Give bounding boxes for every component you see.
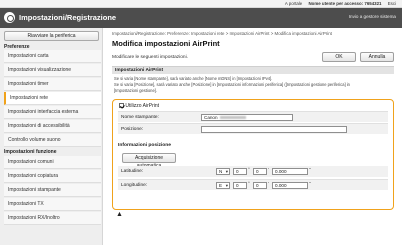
top-bar: A portale Nome utente per accesso: 76543… [0,0,402,8]
printer-name-input[interactable]: Canon [201,114,293,121]
location-info-heading: Informazioni posizione [118,143,171,148]
login-user-value: 7654321 [364,1,382,6]
sidebar-item-timer[interactable]: Impostazioni timer [4,78,101,91]
sidebar-item-copy[interactable]: Impostazioni copiatura [4,170,101,183]
latitude-row: Latitudine: N 0 ° 0 ' 0.000 " [118,166,388,177]
location-row: Posizione: [118,123,388,134]
use-airprint-checkbox[interactable] [119,103,124,108]
longitude-direction-select[interactable]: E [216,182,230,189]
sidebar-item-tx[interactable]: Impostazioni TX [4,198,101,211]
portal-link[interactable]: A portale [285,1,302,6]
note-printer-name: Se si varia [Nome stampante], sarà varia… [114,76,273,81]
sidebar-item-volume[interactable]: Controllo volume suono [4,134,101,147]
latitude-minute-unit: ' [268,167,269,172]
latitude-degree-unit: ° [248,167,250,172]
ok-button[interactable]: OK [322,52,356,62]
back-to-top-icon[interactable]: ▲ [116,211,123,218]
printer-name-value: Canon [204,115,218,120]
instructions-text: Modificare le seguenti impostazioni. [112,55,188,60]
latitude-direction-select[interactable]: N [216,168,230,175]
sidebar-item-printer[interactable]: Impostazioni stampante [4,184,101,197]
note-location-cont: [Impostazioni gestione]. [114,88,158,93]
longitude-row: Longitudine: E 0 ° 0 ' 0.000 " [118,179,388,190]
app-title: Impostazioni/Registrazione [19,13,117,22]
longitude-second-unit: " [309,181,311,186]
section-header-airprint: Impostazioni AirPrint [112,66,394,74]
note-location: Se si varia [Posizione], sarà variato an… [114,82,350,87]
sidebar-item-paper[interactable]: Impostazioni carta [4,50,101,63]
longitude-seconds-input[interactable]: 0.000 [272,182,308,189]
longitude-minute-unit: ' [268,181,269,186]
airprint-settings-panel: Utilizzo AirPrint Nome stampante: Canon … [112,99,394,210]
login-user-label: Nome utente per accesso: 7654321 [308,1,381,6]
send-to-admin-link[interactable]: Invio a gestore sistema [349,14,396,19]
latitude-degrees-input[interactable]: 0 [233,168,247,175]
settings-logo-icon [4,12,15,23]
location-label: Posizione: [121,127,144,132]
sidebar-item-common[interactable]: Impostazioni comuni [4,156,101,169]
page-title: Modifica impostazioni AirPrint [112,39,220,48]
longitude-degrees-input[interactable]: 0 [233,182,247,189]
latitude-seconds-input[interactable]: 0.000 [272,168,308,175]
printer-name-label: Nome stampante: [121,115,159,120]
latitude-label: Latitudine: [121,169,144,174]
sidebar-item-network[interactable]: Impostazioni rete [4,92,101,105]
sidebar-item-accessibility[interactable]: Impostazioni di accessibilità [4,120,101,133]
longitude-minutes-input[interactable]: 0 [253,182,267,189]
sidebar-section-functions: Impostazioni funzione [4,149,57,155]
restart-device-button[interactable]: Riavviare la periferica [4,31,99,41]
login-user-text: Nome utente per accesso: [308,1,364,6]
sidebar-item-external-interface[interactable]: Impostazioni interfaccia esterna [4,106,101,119]
sidebar: Riavviare la periferica Preferenze Impos… [0,28,103,245]
app-header: Impostazioni/Registrazione Invio a gesto… [0,8,402,28]
cancel-button[interactable]: Annulla [360,52,394,62]
latitude-second-unit: " [309,167,311,172]
top-links: A portale Nome utente per accesso: 76543… [280,1,396,6]
longitude-degree-unit: ° [248,181,250,186]
sidebar-item-display[interactable]: Impostazioni visualizzazione [4,64,101,77]
use-airprint-label: Utilizzo AirPrint [125,103,160,109]
use-airprint-row: Utilizzo AirPrint [119,103,159,109]
logout-link[interactable]: Esci [388,1,396,6]
breadcrumb: Impostazioni/Registrazione: Preferenze: … [112,31,332,36]
longitude-label: Longitudine: [121,183,148,188]
location-input[interactable] [201,126,347,133]
auto-acquire-button[interactable]: Acquisizione automatica [122,153,176,169]
sidebar-item-rx-forward[interactable]: Impostazioni RX/Inoltro [4,212,101,225]
latitude-minutes-input[interactable]: 0 [253,168,267,175]
redacted-serial [219,116,246,119]
printer-name-row: Nome stampante: Canon [118,111,388,122]
